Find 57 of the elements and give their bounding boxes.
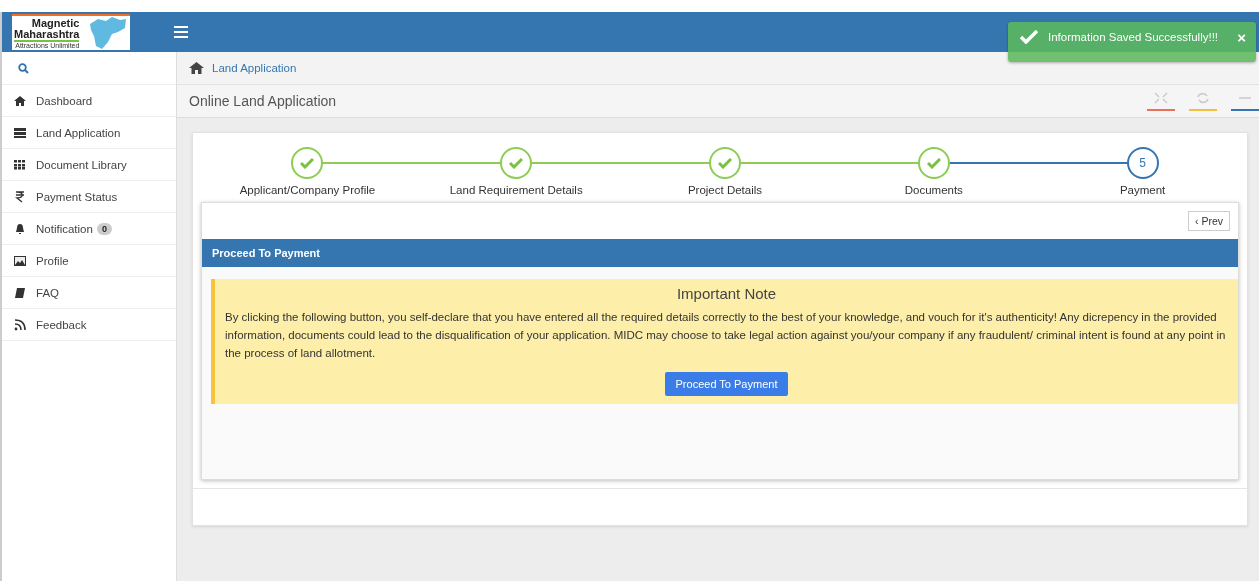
- step-indicator[interactable]: [709, 147, 741, 179]
- list-icon: [14, 126, 26, 139]
- check-icon: [926, 157, 941, 169]
- check-icon: [718, 157, 732, 169]
- prev-button[interactable]: ‹ Prev: [1188, 211, 1230, 231]
- home-icon: [189, 62, 204, 74]
- sidebar-item[interactable]: FAQ: [2, 277, 176, 309]
- check-icon: [509, 157, 524, 169]
- grid-icon: [14, 158, 26, 171]
- menu-label: FAQ: [36, 286, 59, 299]
- sidebar-item[interactable]: Land Application: [2, 117, 176, 149]
- step-indicator[interactable]: [291, 147, 324, 179]
- step-label[interactable]: Documents: [904, 184, 963, 196]
- proceed-button[interactable]: Proceed To Payment: [664, 372, 789, 396]
- step-indicator[interactable]: [917, 147, 950, 179]
- sidebar-item[interactable]: Document Library: [2, 149, 176, 181]
- panel-title: Proceed To Payment: [212, 247, 320, 259]
- menu-label: Notification: [36, 222, 93, 235]
- sidebar-item[interactable]: Feedback: [2, 309, 176, 341]
- note-text: By clicking the following button, you self-declare that you have entered all the required details correctly to the best of your knowledge, and vouch for it's authenticity! Any dicrepency in the provided information, documents could lead to the disqualification of your application. MIDC may choose to take legal action against you/your company if any fraudulent/ criminal intent is found at any point in the process of land allotment.: [225, 310, 1227, 361]
- refresh-icon[interactable]: [1189, 91, 1217, 111]
- bell-icon: [14, 222, 26, 235]
- step-number: 5: [1139, 156, 1146, 170]
- sidebar-item[interactable]: Payment Status: [2, 181, 176, 213]
- menu-label: Feedback: [36, 318, 87, 331]
- menu-icon[interactable]: [174, 26, 188, 38]
- step-label[interactable]: Project Details: [687, 184, 763, 196]
- rupee-icon: [14, 190, 26, 203]
- menu-label: Profile: [36, 254, 69, 267]
- sidebar-item[interactable]: Profile: [2, 245, 176, 277]
- menu-label: Document Library: [36, 158, 127, 171]
- step-label[interactable]: Payment: [1119, 184, 1166, 196]
- image-icon: [14, 254, 26, 267]
- step-label[interactable]: Land Requirement Details: [449, 184, 583, 196]
- book-icon: [14, 286, 26, 299]
- sidebar-item[interactable]: Dashboard: [2, 85, 176, 117]
- menu-label: Land Application: [36, 126, 121, 139]
- sidebar-item[interactable]: Notification 0: [2, 213, 176, 245]
- logo-title: Magnetic: [31, 17, 80, 29]
- home-icon: [14, 94, 26, 107]
- map-icon: [88, 16, 128, 50]
- count-badge: 0: [96, 222, 112, 235]
- note-title: Important Note: [676, 285, 777, 302]
- step-indicator[interactable]: 5: [1126, 147, 1159, 179]
- step-indicator[interactable]: [500, 147, 533, 179]
- page-title: Online Land Application: [189, 93, 337, 109]
- rss-icon: [14, 318, 26, 331]
- step-label[interactable]: Applicant/Company Profile: [239, 184, 376, 196]
- menu-label: Dashboard: [36, 94, 93, 107]
- check-icon: [1020, 30, 1038, 44]
- check-icon: [300, 157, 315, 169]
- toast-message: Information Saved Successfully!!!: [1048, 31, 1220, 43]
- search-icon[interactable]: [18, 62, 29, 74]
- breadcrumb-link[interactable]: Land Application: [212, 62, 297, 74]
- menu-label: Payment Status: [36, 190, 118, 203]
- logo-title: Maharashtra: [14, 28, 80, 42]
- expand-icon[interactable]: [1147, 91, 1175, 111]
